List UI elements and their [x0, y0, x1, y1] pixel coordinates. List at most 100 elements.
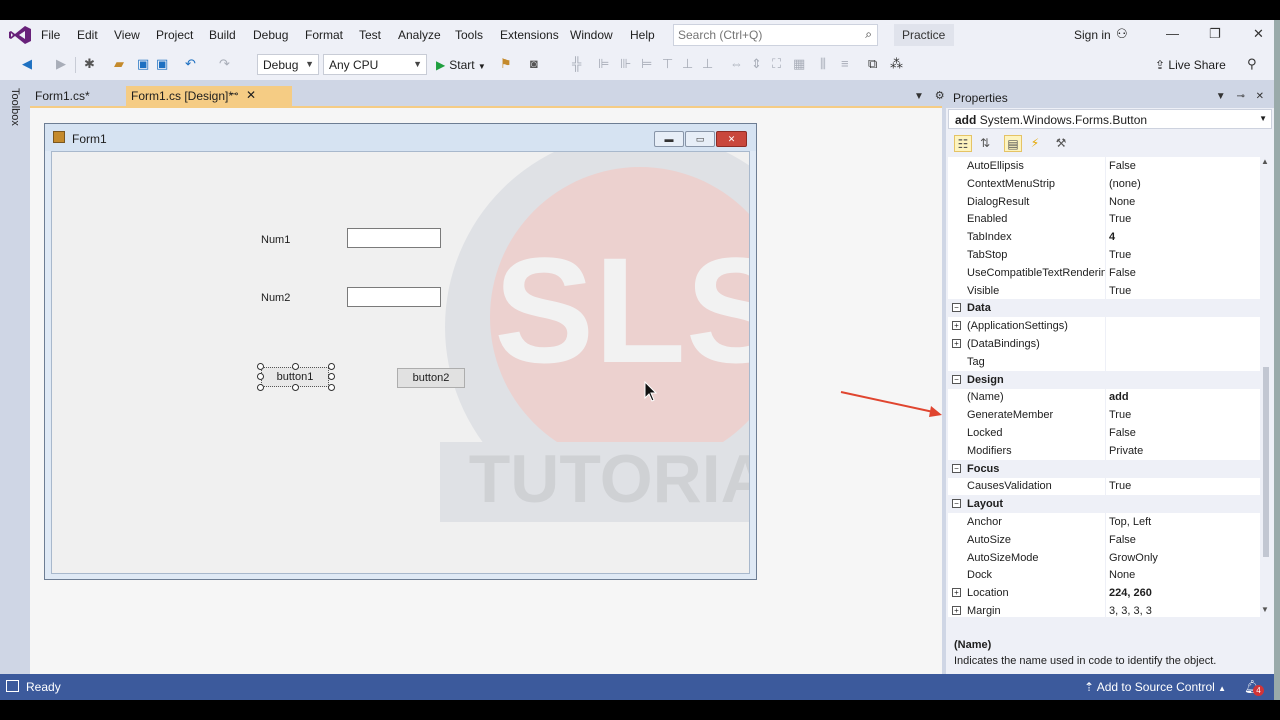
label-num2[interactable]: Num2 [261, 292, 290, 304]
property-row[interactable]: GenerateMember True [948, 406, 1260, 424]
property-value[interactable]: add [1109, 391, 1129, 403]
make-same-width-icon[interactable]: ⇔ [730, 57, 743, 71]
property-row[interactable]: AutoSizeMode GrowOnly [948, 549, 1260, 567]
button2[interactable]: button2 [397, 368, 465, 388]
chevron-down-icon[interactable]: ▼ [914, 91, 924, 102]
align-centers-icon[interactable]: ⊪ [620, 57, 631, 71]
horizontal-spacing-icon[interactable]: ⫼ [820, 57, 826, 71]
property-row[interactable]: Visible True [948, 282, 1260, 300]
property-row[interactable]: Modifiers Private [948, 442, 1260, 460]
expand-icon[interactable]: + [952, 606, 961, 615]
property-pages-icon[interactable]: ⚒ [1052, 135, 1070, 152]
property-row[interactable]: Dock None [948, 566, 1260, 584]
property-value[interactable]: True [1109, 480, 1131, 492]
menu-build[interactable]: Build [209, 28, 236, 42]
property-value[interactable]: 3, 3, 3, 3 [1109, 605, 1152, 617]
solution-platform-dropdown[interactable]: Any CPU ▼ [323, 54, 427, 75]
attach-icon[interactable]: ⚑ [500, 57, 512, 71]
object-selector[interactable]: add System.Windows.Forms.Button ▼ [948, 109, 1272, 129]
feedback-icon[interactable]: ⚲ [1247, 57, 1257, 71]
collapse-icon[interactable]: − [952, 303, 961, 312]
resize-handle[interactable] [257, 363, 264, 370]
user-icon[interactable]: ⚇ [1116, 26, 1128, 42]
menu-file[interactable]: File [41, 28, 60, 42]
add-to-source-control-button[interactable]: ⇡ Add to Source Control ▲ [1084, 680, 1226, 694]
form-client-area[interactable]: SLS TUTORIAL Num1 Num2 button1 button2 [51, 151, 750, 574]
property-category[interactable]: − Data [948, 299, 1260, 317]
resize-handle[interactable] [257, 384, 264, 391]
chevron-down-icon[interactable]: ▼ [1216, 91, 1226, 102]
menu-project[interactable]: Project [156, 28, 193, 42]
menu-edit[interactable]: Edit [77, 28, 98, 42]
property-row[interactable]: + Margin 3, 3, 3, 3 [948, 602, 1260, 617]
align-middles-icon[interactable]: ⊥ [682, 57, 693, 71]
property-value[interactable]: (none) [1109, 178, 1141, 190]
property-value[interactable]: True [1109, 285, 1131, 297]
menu-extensions[interactable]: Extensions [500, 28, 559, 42]
collapse-icon[interactable]: − [952, 375, 961, 384]
close-icon[interactable]: ✕ [1256, 91, 1264, 102]
save-all-icon[interactable]: ▣ [156, 57, 168, 71]
expand-icon[interactable]: + [952, 321, 961, 330]
save-icon[interactable]: ▣ [137, 57, 149, 71]
make-same-height-icon[interactable]: ⇕ [751, 57, 762, 71]
start-debugging-button[interactable]: ▶ Start ▼ [436, 58, 486, 72]
property-row[interactable]: Enabled True [948, 210, 1260, 228]
restore-icon[interactable]: ❐ [1209, 26, 1221, 42]
property-value[interactable]: False [1109, 427, 1136, 439]
navigate-forward-icon[interactable]: ▶ [56, 57, 66, 71]
property-row[interactable]: + (DataBindings) [948, 335, 1260, 353]
scroll-down-icon[interactable]: ▼ [1261, 605, 1269, 614]
property-row[interactable]: + (ApplicationSettings) [948, 317, 1260, 335]
resize-handle[interactable] [328, 363, 335, 370]
property-row[interactable]: UseCompatibleTextRendering False [948, 264, 1260, 282]
tab-form1-design[interactable]: Form1.cs [Design]* ⊸ ✕ [126, 86, 292, 106]
gear-icon[interactable]: ⚙ [935, 90, 945, 102]
size-to-grid-icon[interactable]: ▦ [793, 57, 805, 71]
sign-in-link[interactable]: Sign in [1074, 28, 1111, 42]
expand-icon[interactable]: + [952, 588, 961, 597]
align-lefts-icon[interactable]: ⊫ [598, 57, 609, 71]
resize-handle[interactable] [292, 384, 299, 391]
camera-icon[interactable]: ◙ [530, 57, 538, 71]
property-value[interactable]: Private [1109, 445, 1143, 457]
expand-icon[interactable]: + [952, 339, 961, 348]
align-rights-icon[interactable]: ⊨ [641, 57, 652, 71]
menu-debug[interactable]: Debug [253, 28, 288, 42]
toolbar-options-icon[interactable]: ⁂ [890, 57, 903, 71]
property-row[interactable]: TabStop True [948, 246, 1260, 264]
property-row[interactable]: + Location 224, 260 [948, 584, 1260, 602]
property-row[interactable]: DialogResult None [948, 193, 1260, 211]
menu-window[interactable]: Window [570, 28, 613, 42]
menu-test[interactable]: Test [359, 28, 381, 42]
property-grid-scrollbar[interactable]: ▲ ▼ [1260, 157, 1272, 617]
alphabetical-icon[interactable]: ⇅ [976, 135, 994, 152]
property-row[interactable]: CausesValidation True [948, 477, 1260, 495]
property-row[interactable]: AutoEllipsis False [948, 157, 1260, 175]
vertical-spacing-icon[interactable]: ≡ [841, 57, 849, 71]
menu-tools[interactable]: Tools [455, 28, 483, 42]
tab-order-icon[interactable]: ⧉ [868, 57, 877, 71]
align-tops-icon[interactable]: ⊤ [662, 57, 673, 71]
collapse-icon[interactable]: − [952, 464, 961, 473]
property-value[interactable]: False [1109, 160, 1136, 172]
toolbox-tab[interactable]: Toolbox [9, 88, 21, 126]
close-icon[interactable]: ✕ [246, 88, 256, 102]
property-value[interactable]: None [1109, 196, 1135, 208]
menu-view[interactable]: View [114, 28, 140, 42]
property-row[interactable]: (Name) add [948, 388, 1260, 406]
property-value[interactable]: 4 [1109, 231, 1115, 243]
property-row[interactable]: AutoSize False [948, 531, 1260, 549]
make-same-size-icon[interactable]: ⛶ [772, 57, 781, 71]
collapse-icon[interactable]: − [952, 499, 961, 508]
events-icon[interactable]: ⚡ [1026, 135, 1044, 152]
pin-icon[interactable]: ⊸ [230, 89, 238, 100]
resize-handle[interactable] [328, 384, 335, 391]
property-row[interactable]: ContextMenuStrip (none) [948, 175, 1260, 193]
property-value[interactable]: Top, Left [1109, 516, 1151, 528]
categorized-icon[interactable]: ☷ [954, 135, 972, 152]
property-category[interactable]: − Focus [948, 460, 1260, 478]
pin-icon[interactable]: ⊸ [1236, 91, 1244, 102]
live-share-button[interactable]: ⇪ Live Share [1155, 58, 1226, 72]
property-row[interactable]: Anchor Top, Left [948, 513, 1260, 531]
